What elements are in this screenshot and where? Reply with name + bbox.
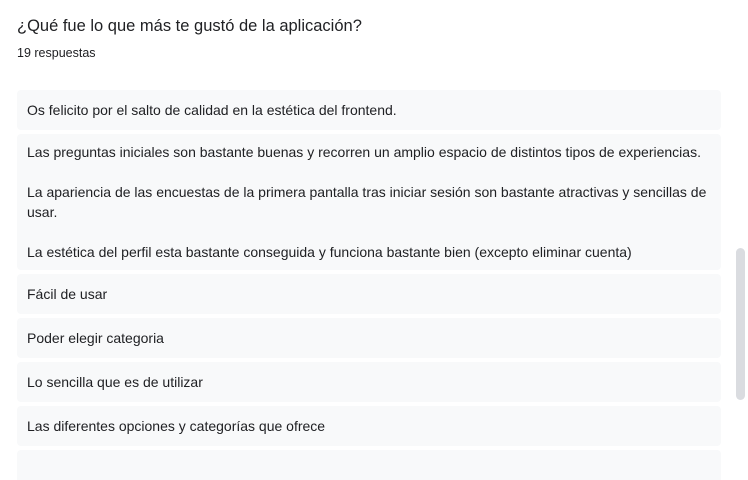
- response-text: La estética del perfil esta bastante con…: [27, 244, 632, 260]
- response-text: Lo sencilla que es de utilizar: [27, 374, 203, 390]
- response-item: Poder elegir categoria: [17, 318, 721, 358]
- response-item: [17, 450, 721, 480]
- response-text: Poder elegir categoria: [27, 330, 164, 346]
- response-text: Os felicito por el salto de calidad en l…: [27, 102, 397, 118]
- question-response-card: ¿Qué fue lo que más te gustó de la aplic…: [0, 0, 734, 480]
- response-text: Fácil de usar: [27, 286, 108, 302]
- response-text: [27, 460, 711, 480]
- response-item: Lo sencilla que es de utilizar: [17, 362, 721, 402]
- response-item: Fácil de usar: [17, 274, 721, 314]
- response-item: Os felicito por el salto de calidad en l…: [17, 90, 721, 130]
- response-item: Las preguntas iniciales son bastante bue…: [17, 134, 721, 270]
- question-title: ¿Qué fue lo que más te gustó de la aplic…: [17, 17, 362, 35]
- response-count: 19 respuestas: [17, 46, 96, 60]
- response-text: Las diferentes opciones y categorías que…: [27, 418, 326, 434]
- vertical-scrollbar-thumb[interactable]: [736, 248, 745, 400]
- response-text: La apariencia de las encuestas de la pri…: [27, 184, 707, 220]
- response-text: Las preguntas iniciales son bastante bue…: [27, 144, 701, 160]
- response-list: Os felicito por el salto de calidad en l…: [17, 90, 721, 480]
- response-item: Las diferentes opciones y categorías que…: [17, 406, 721, 446]
